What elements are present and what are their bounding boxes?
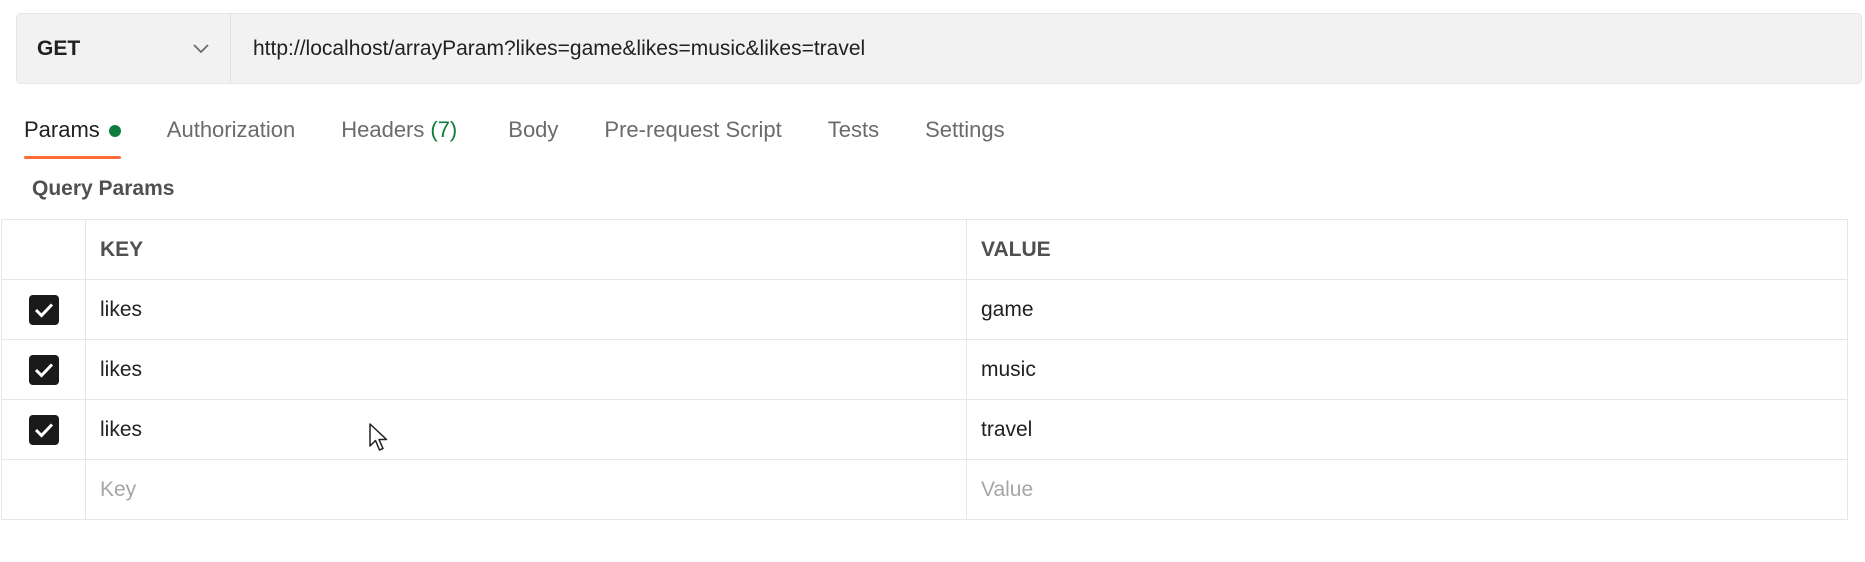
row-checkbox-cell — [1, 279, 86, 340]
checkmark-icon — [34, 422, 53, 438]
table-row: likes music — [1, 339, 1848, 400]
tab-tests[interactable]: Tests — [828, 108, 879, 160]
value-column-header: VALUE — [966, 219, 1848, 280]
request-url-bar: GET http://localhost/arrayParam?likes=ga… — [16, 13, 1862, 84]
row-checkbox[interactable] — [28, 414, 59, 445]
tab-settings[interactable]: Settings — [925, 108, 1005, 160]
tab-authorization-label: Authorization — [166, 117, 296, 142]
row-checkbox-cell — [1, 339, 86, 400]
chevron-down-icon — [192, 40, 210, 58]
mouse-cursor-icon — [369, 423, 388, 451]
query-params-table: KEY VALUE likes game likes music likes t… — [1, 219, 1848, 520]
params-indicator-dot — [108, 125, 121, 137]
table-row-new: Key Value — [1, 459, 1848, 520]
checkmark-icon — [34, 302, 53, 318]
url-input[interactable]: http://localhost/arrayParam?likes=game&l… — [231, 14, 1861, 83]
tab-settings-label: Settings — [925, 117, 1005, 142]
request-tabs: Params Authorization Headers (7) Body Pr… — [24, 108, 1005, 162]
tab-authorization[interactable]: Authorization — [167, 108, 295, 160]
param-value-cell[interactable]: music — [966, 339, 1848, 400]
tab-params[interactable]: Params — [24, 108, 121, 160]
tab-pre-request-script[interactable]: Pre-request Script — [604, 108, 781, 160]
tab-headers-label: Headers — [341, 117, 425, 142]
new-value-field[interactable]: Value — [966, 459, 1848, 520]
tab-params-label: Params — [24, 117, 100, 142]
tab-headers[interactable]: Headers (7) — [341, 108, 457, 160]
checkmark-icon — [34, 362, 53, 378]
param-key-cell[interactable]: likes — [85, 339, 967, 400]
tab-body-label: Body — [508, 117, 559, 142]
row-checkbox-cell — [1, 399, 86, 460]
tab-tests-label: Tests — [827, 117, 880, 142]
param-key-cell[interactable]: likes — [85, 399, 967, 460]
table-row: likes travel — [1, 399, 1848, 460]
row-checkbox[interactable] — [28, 354, 59, 385]
param-key-cell[interactable]: likes — [85, 279, 967, 340]
empty-checkbox-cell — [1, 459, 86, 520]
headers-count: (7) — [430, 117, 458, 142]
key-column-header: KEY — [85, 219, 967, 280]
param-value-cell[interactable]: travel — [966, 399, 1848, 460]
row-checkbox[interactable] — [28, 294, 59, 325]
new-key-field[interactable]: Key — [85, 459, 967, 520]
method-select[interactable]: GET — [17, 14, 231, 83]
method-label: GET — [37, 36, 81, 60]
table-header-row: KEY VALUE — [1, 219, 1848, 280]
checkbox-column-header — [1, 219, 86, 280]
table-row: likes game — [1, 279, 1848, 340]
tab-body[interactable]: Body — [508, 108, 558, 160]
tab-pre-request-script-label: Pre-request Script — [604, 117, 782, 142]
param-value-cell[interactable]: game — [966, 279, 1848, 340]
query-params-title: Query Params — [32, 177, 175, 200]
